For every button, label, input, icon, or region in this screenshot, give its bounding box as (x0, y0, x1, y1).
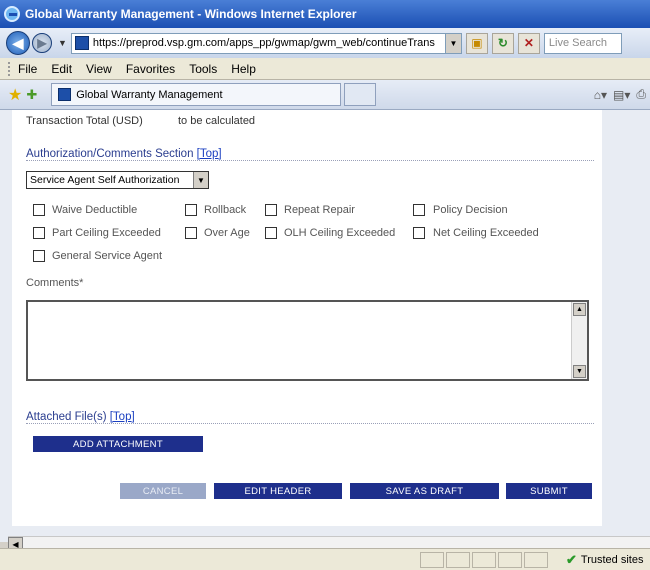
browser-window: Global Warranty Management - Windows Int… (0, 0, 650, 570)
auth-section-header: Authorization/Comments Section [Top] (26, 148, 222, 160)
tab-favicon-icon (58, 88, 72, 101)
add-attachment-button[interactable]: ADD ATTACHMENT (33, 436, 203, 452)
checkmark-icon: ✔ (566, 552, 577, 567)
edit-header-button[interactable]: EDIT HEADER (214, 483, 342, 499)
search-input[interactable]: Live Search (543, 32, 622, 54)
security-lock-icon[interactable]: ▣ (465, 32, 488, 54)
chevron-down-icon: ▼ (193, 172, 208, 188)
tab-global-warranty[interactable]: Global Warranty Management (51, 83, 342, 106)
attached-files-header: Attached File(s) [Top] (26, 411, 135, 423)
address-field[interactable]: https://preprod.vsp.gm.com/apps_pp/gwmap… (70, 32, 446, 54)
menu-tools[interactable]: Tools (189, 62, 217, 76)
over-age-checkbox[interactable] (185, 227, 197, 239)
rollback-checkbox[interactable] (185, 204, 197, 216)
print-icon[interactable]: ⎙ (636, 87, 646, 102)
transaction-total-value: to be calculated (178, 115, 256, 127)
menu-edit[interactable]: Edit (51, 62, 72, 76)
menu-file[interactable]: File (18, 62, 37, 76)
general-service-agent-checkbox[interactable] (33, 250, 45, 262)
save-draft-button[interactable]: SAVE AS DRAFT (350, 483, 499, 499)
over-age-label: Over Age (204, 227, 250, 239)
auth-section-title: Authorization/Comments Section (26, 148, 194, 160)
command-bar: ⌂▾ ▤▾ ⎙ (588, 87, 646, 102)
feeds-icon[interactable]: ▤▾ (613, 88, 630, 102)
cancel-button[interactable]: CANCEL (120, 483, 206, 499)
repeat-repair-label: Repeat Repair (284, 204, 355, 216)
address-url: https://preprod.vsp.gm.com/apps_pp/gwmap… (92, 37, 435, 49)
history-dropdown-icon[interactable]: ▼ (58, 38, 67, 48)
forward-arrow-icon: ▶ (37, 36, 47, 50)
status-cell (472, 552, 496, 568)
security-zone-label: Trusted sites (580, 554, 644, 566)
net-ceiling-checkbox[interactable] (413, 227, 425, 239)
back-arrow-icon: ◀ (12, 34, 24, 51)
window-title: Global Warranty Management - Windows Int… (25, 7, 357, 21)
status-bar: ✔ Trusted sites (0, 548, 650, 570)
status-cell (498, 552, 522, 568)
page-body: Transaction Total (USD) to be calculated… (12, 110, 602, 526)
address-dropdown-icon[interactable]: ▼ (445, 32, 462, 54)
status-cell (524, 552, 548, 568)
repeat-repair-checkbox[interactable] (265, 204, 277, 216)
attached-top-link[interactable]: [Top] (110, 411, 135, 423)
security-zone[interactable]: ✔ Trusted sites (566, 552, 643, 568)
stop-icon[interactable]: ✕ (517, 32, 540, 54)
toolbar-grip (8, 61, 12, 76)
waive-deductible-label: Waive Deductible (52, 204, 138, 216)
comments-textarea[interactable]: ▲ ▼ (26, 300, 589, 381)
browser-content: Transaction Total (USD) to be calculated… (0, 110, 650, 552)
attachments-divider (26, 423, 594, 424)
auth-top-link[interactable]: [Top] (197, 148, 222, 160)
part-ceiling-label: Part Ceiling Exceeded (52, 227, 161, 239)
menu-favorites[interactable]: Favorites (126, 62, 175, 76)
policy-decision-label: Policy Decision (433, 204, 508, 216)
authorization-select-value: Service Agent Self Authorization (30, 174, 180, 186)
page-favicon-icon (74, 36, 89, 50)
tab-bar: ★ ✚ Global Warranty Management ⌂▾ ▤▾ ⎙ (0, 80, 650, 110)
scroll-down-icon[interactable]: ▼ (573, 365, 586, 378)
forward-button[interactable]: ▶ (32, 33, 52, 53)
favorites-star-icon[interactable]: ★ (8, 85, 22, 105)
menu-view[interactable]: View (86, 62, 112, 76)
submit-button[interactable]: SUBMIT (506, 483, 592, 499)
comments-label: Comments* (26, 277, 84, 289)
part-ceiling-checkbox[interactable] (33, 227, 45, 239)
ie-logo-icon (4, 6, 20, 22)
address-toolbar: ◀ ▶ ▼ https://preprod.vsp.gm.com/apps_pp… (0, 28, 650, 58)
general-service-agent-label: General Service Agent (52, 250, 163, 262)
title-bar: Global Warranty Management - Windows Int… (0, 0, 650, 28)
status-cell (420, 552, 444, 568)
policy-decision-checkbox[interactable] (413, 204, 425, 216)
status-cell (446, 552, 470, 568)
menu-help[interactable]: Help (231, 62, 256, 76)
scroll-up-icon[interactable]: ▲ (573, 303, 586, 316)
new-tab-button[interactable] (344, 83, 377, 106)
olh-ceiling-label: OLH Ceiling Exceeded (284, 227, 396, 239)
tab-label: Global Warranty Management (76, 88, 223, 101)
olh-ceiling-checkbox[interactable] (265, 227, 277, 239)
net-ceiling-label: Net Ceiling Exceeded (433, 227, 539, 239)
rollback-label: Rollback (204, 204, 247, 216)
section-divider (26, 160, 594, 161)
textarea-scrollbar[interactable]: ▲ ▼ (571, 302, 587, 379)
back-button[interactable]: ◀ (6, 31, 30, 55)
authorization-select[interactable]: Service Agent Self Authorization ▼ (26, 171, 209, 189)
waive-deductible-checkbox[interactable] (33, 204, 45, 216)
add-favorites-icon[interactable]: ✚ (26, 87, 37, 103)
home-icon[interactable]: ⌂▾ (594, 88, 607, 102)
attached-files-title: Attached File(s) (26, 411, 107, 423)
refresh-icon[interactable]: ↻ (491, 32, 514, 54)
transaction-total-label: Transaction Total (USD) (26, 115, 143, 127)
menu-bar: File Edit View Favorites Tools Help (0, 58, 650, 80)
